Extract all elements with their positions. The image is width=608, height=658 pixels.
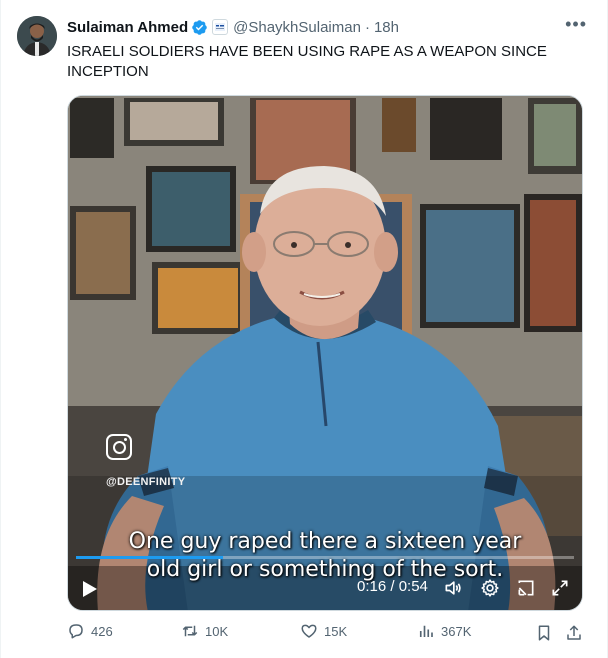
repost-icon (182, 625, 198, 637)
author-name[interactable]: Sulaiman Ahmed (67, 19, 188, 36)
tweet-text: ISRAELI SOLDIERS HAVE BEEN USING RAPE AS… (67, 43, 547, 80)
views-count: 367K (441, 623, 472, 639)
subtitle-line-1: One guy raped there a sixteen year (128, 529, 522, 554)
bookmark-icon[interactable] (535, 624, 553, 642)
more-options-icon[interactable]: ••• (565, 14, 587, 35)
video-progress-bar[interactable] (76, 556, 574, 559)
tweet-card[interactable]: Sulaiman Ahmed @ShaykhSulaiman · 18h •••… (0, 0, 608, 658)
heart-icon (301, 624, 317, 638)
play-icon[interactable] (82, 580, 98, 598)
tweet-header: Sulaiman Ahmed @ShaykhSulaiman · 18h (67, 17, 399, 37)
video-time: 0:16 / 0:54 (357, 578, 428, 595)
verified-badge-icon[interactable] (191, 19, 208, 36)
reply-button[interactable]: 426 (67, 622, 113, 640)
video-controls: 0:16 / 0:54 (68, 566, 582, 610)
reply-icon (69, 624, 83, 639)
tweet-actions: 426 10K 15K 367K (59, 622, 589, 646)
separator-dot: · (364, 18, 370, 36)
affiliate-badge-icon[interactable] (212, 19, 229, 35)
like-button[interactable]: 15K (300, 622, 347, 640)
repost-button[interactable]: 10K (181, 622, 228, 640)
author-handle[interactable]: @ShaykhSulaiman (233, 19, 361, 36)
video-progress-fill (76, 556, 224, 559)
picture-in-picture-icon[interactable] (516, 578, 536, 598)
avatar[interactable] (17, 16, 57, 56)
volume-icon[interactable] (443, 578, 463, 598)
post-time[interactable]: 18h (374, 19, 399, 36)
video-player[interactable]: @DEENFINITY One guy raped there a sixtee… (67, 95, 583, 611)
video-watermark: @DEENFINITY (106, 476, 186, 488)
views-chart-icon (419, 625, 433, 637)
views-button[interactable]: 367K (417, 622, 471, 640)
settings-gear-icon[interactable] (480, 578, 500, 598)
fullscreen-icon[interactable] (550, 578, 570, 598)
share-icon[interactable] (565, 624, 583, 642)
like-count: 15K (324, 623, 348, 639)
instagram-icon (106, 434, 132, 460)
repost-count: 10K (205, 623, 229, 639)
reply-count: 426 (91, 623, 113, 639)
